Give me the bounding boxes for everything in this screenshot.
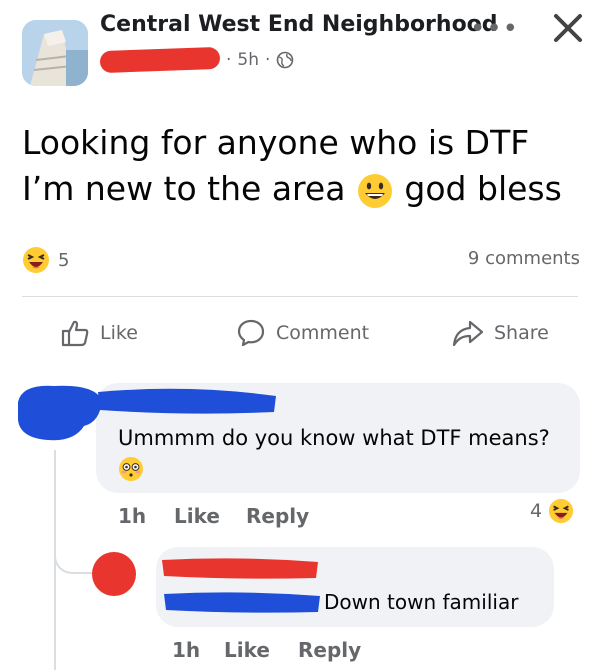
share-button[interactable]: Share — [452, 318, 549, 348]
redacted-commenter-name — [98, 388, 276, 414]
post-meta: · 5h · — [99, 46, 294, 74]
post-time[interactable]: 5h — [237, 50, 259, 70]
comment-text: Ummmm do you know what DTF means? — [118, 426, 550, 450]
reply-reply-button[interactable]: Reply — [298, 638, 361, 662]
close-icon[interactable] — [546, 6, 590, 50]
redacted-reply-name — [162, 558, 318, 579]
reply-text: Down town familiar — [324, 590, 519, 614]
reactions-summary[interactable]: 5 — [22, 246, 69, 274]
meta-separator-2: · — [265, 50, 271, 70]
like-icon — [61, 320, 89, 347]
more-icon[interactable]: ••• — [470, 14, 519, 44]
share-icon — [452, 320, 484, 347]
laughing-emoji — [23, 247, 49, 273]
flushed-emoji — [119, 457, 143, 481]
share-label: Share — [494, 322, 549, 344]
grinning-emoji — [357, 173, 392, 208]
comment-button[interactable]: Comment — [236, 318, 369, 348]
redacted-author-name — [99, 46, 221, 74]
like-label: Like — [100, 322, 138, 344]
group-avatar[interactable] — [22, 20, 88, 86]
like-button[interactable]: Like — [60, 318, 138, 348]
comment-reply-button[interactable]: Reply — [246, 504, 309, 528]
thread-connector — [54, 540, 92, 574]
comment-reaction-count: 4 — [530, 500, 543, 522]
post-text-part2: god bless — [404, 169, 562, 208]
comment-icon — [237, 319, 265, 347]
reply-time: 1h — [172, 638, 201, 662]
post-text: Looking for anyone who is DTF I’m new to… — [22, 120, 582, 212]
comments-count[interactable]: 9 comments — [468, 248, 580, 269]
comment-time: 1h — [118, 504, 147, 528]
divider — [22, 296, 578, 297]
laughing-emoji — [549, 498, 574, 524]
redacted-commenter-avatar — [18, 385, 102, 441]
reaction-count: 5 — [58, 249, 70, 271]
comment-like-button[interactable]: Like — [174, 504, 220, 528]
group-name[interactable]: Central West End Neighborhood — [100, 12, 498, 37]
comment-reactions[interactable]: 4 — [530, 498, 574, 524]
redacted-reply-mention — [164, 592, 320, 613]
comment-label: Comment — [276, 322, 370, 344]
meta-separator: · — [226, 50, 232, 70]
globe-icon — [277, 51, 294, 69]
redacted-reply-avatar — [92, 552, 136, 596]
reply-like-button[interactable]: Like — [224, 638, 270, 662]
